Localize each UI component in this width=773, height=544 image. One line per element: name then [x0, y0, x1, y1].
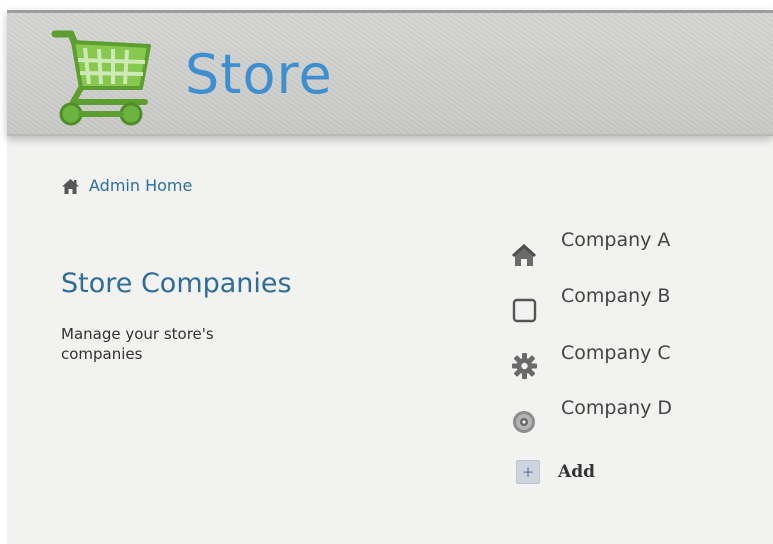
app-title: Store	[185, 43, 333, 106]
company-item-d[interactable]: Company D	[507, 396, 727, 442]
home-icon	[507, 236, 541, 270]
header-banner: Store	[7, 10, 773, 136]
add-button-label: Add	[558, 462, 595, 482]
company-label: Company B	[561, 285, 671, 307]
company-label: Company D	[561, 397, 673, 419]
plus-icon: +	[516, 460, 540, 484]
company-label: Company C	[561, 342, 671, 364]
square-outline-icon	[507, 292, 541, 326]
company-label: Company A	[561, 229, 671, 251]
breadcrumb-link[interactable]: Admin Home	[89, 176, 192, 196]
header-topline	[7, 10, 773, 13]
page-description: Manage your store's companies	[61, 325, 214, 363]
breadcrumb-admin-home[interactable]: Admin Home	[61, 176, 192, 196]
company-item-a[interactable]: Company A	[507, 228, 727, 274]
page-title: Store Companies	[61, 268, 292, 299]
company-item-c[interactable]: Company C	[507, 341, 727, 387]
home-icon	[62, 178, 79, 194]
company-item-b[interactable]: Company B	[507, 284, 727, 330]
shopping-cart-logo-icon	[51, 26, 157, 130]
add-company-button[interactable]: + Add	[516, 460, 595, 484]
disc-icon	[507, 404, 541, 438]
gear-icon	[507, 348, 541, 382]
